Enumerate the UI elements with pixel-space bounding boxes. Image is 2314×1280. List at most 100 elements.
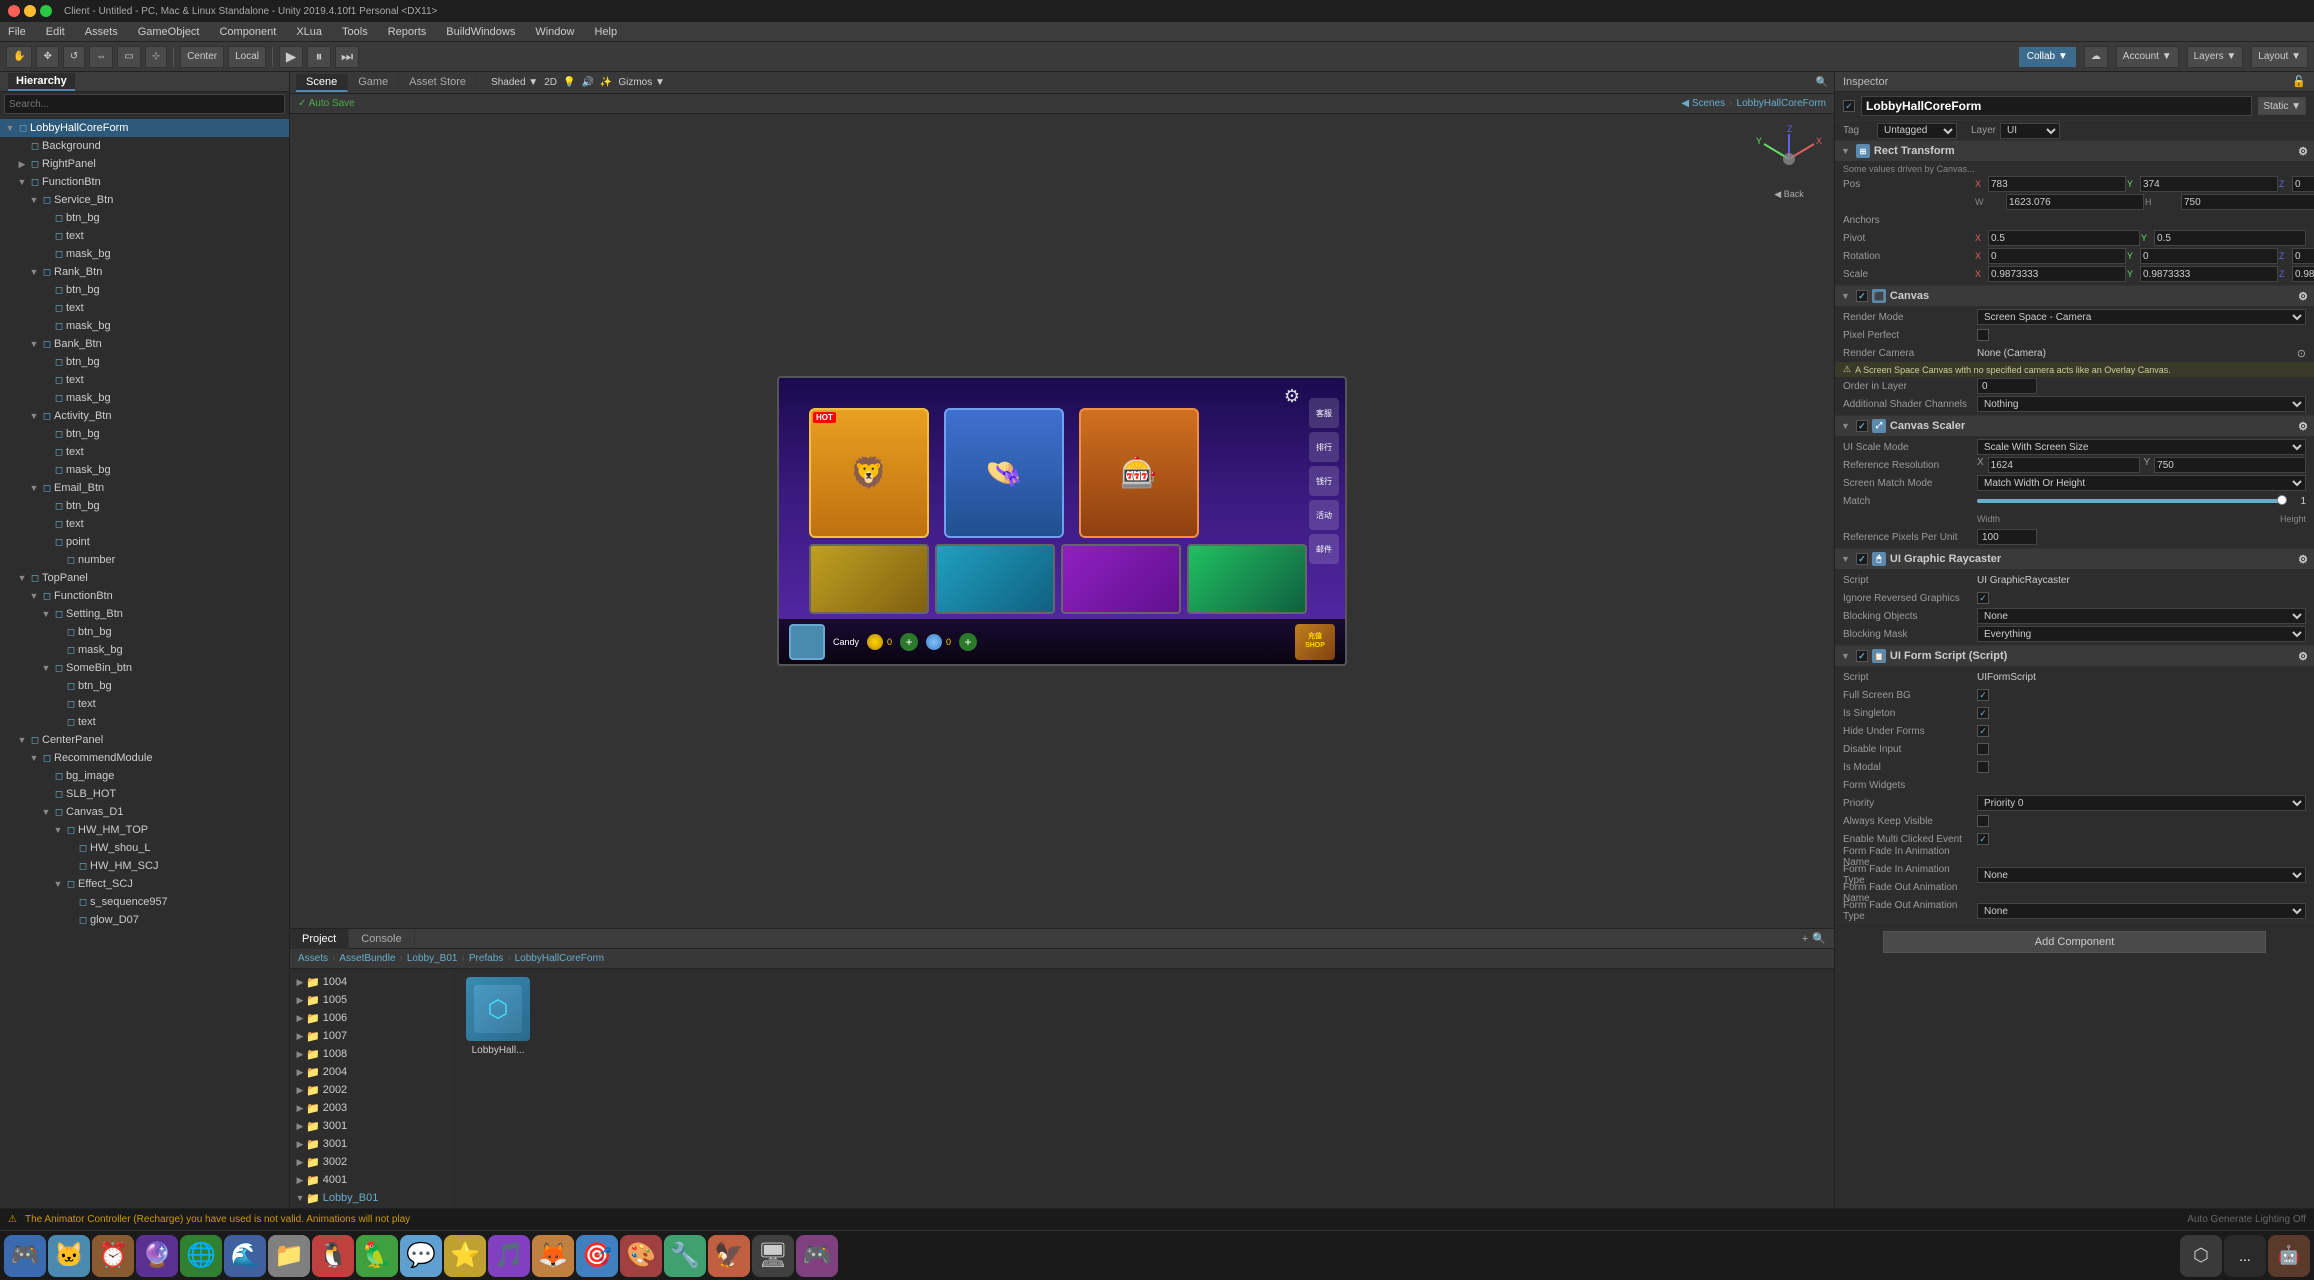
hierarchy-item-glow_D07[interactable]: ◻glow_D07 [0, 911, 289, 929]
blocking-objects-dropdown[interactable]: None [1977, 608, 2306, 624]
hierarchy-item-text7[interactable]: ◻text [0, 713, 289, 731]
project-folder-2003[interactable]: ▶📁2003 [290, 1099, 449, 1117]
static-btn[interactable]: Static ▼ [2258, 97, 2306, 115]
hierarchy-item-mask_bg3[interactable]: ◻mask_bg [0, 389, 289, 407]
hierarchy-tab[interactable]: Hierarchy [8, 73, 75, 91]
raycaster-header[interactable]: ▼ 🖱 UI Graphic Raycaster ⚙ [1835, 549, 2314, 569]
game-tab[interactable]: Game [348, 74, 399, 92]
is-modal-check[interactable] [1977, 761, 1989, 773]
project-folder-2004[interactable]: ▶📁2004 [290, 1063, 449, 1081]
scene-tab[interactable]: Scene [296, 74, 348, 92]
hierarchy-item-bg_image[interactable]: ◻bg_image [0, 767, 289, 785]
hierarchy-item-Rank_Btn[interactable]: ▼◻Rank_Btn [0, 263, 289, 281]
ref-res-x-input[interactable] [1988, 457, 2140, 473]
hierarchy-item-mask_bg1[interactable]: ◻mask_bg [0, 245, 289, 263]
maximize-button[interactable] [40, 5, 52, 17]
hierarchy-item-btn_bg4[interactable]: ◻btn_bg [0, 425, 289, 443]
pos-z-input[interactable] [2292, 176, 2314, 192]
hierarchy-item-text4[interactable]: ◻text [0, 443, 289, 461]
screen-match-dropdown[interactable]: Match Width Or Height [1977, 475, 2306, 491]
pivot-btn[interactable]: Center [180, 46, 224, 68]
rect-transform-header[interactable]: ▼ ⊞ Rect Transform ⚙ [1835, 141, 2314, 161]
asset-item-lobbyhall[interactable]: ⬡ LobbyHall... [458, 977, 538, 1056]
hierarchy-item-Canvas_D1[interactable]: ▼◻Canvas_D1 [0, 803, 289, 821]
bc-lobby[interactable]: Lobby_B01 [407, 953, 458, 964]
ui-form-header[interactable]: ▼ 📋 UI Form Script (Script) ⚙ [1835, 646, 2314, 666]
add-coin-btn[interactable]: + [900, 633, 918, 651]
hierarchy-item-text6[interactable]: ◻text [0, 695, 289, 713]
hierarchy-item-LobbyHallCoreForm[interactable]: ▼◻LobbyHallCoreForm [0, 119, 289, 137]
menu-tools[interactable]: Tools [338, 26, 372, 38]
dock-icon-5[interactable]: 🌐 [180, 1235, 222, 1277]
pos-y-input[interactable] [2140, 176, 2278, 192]
raycaster-enabled[interactable] [1856, 553, 1868, 565]
collab-button[interactable]: Collab ▼ [2019, 47, 2076, 67]
canvas-enabled[interactable] [1856, 290, 1868, 302]
menu-gameobject[interactable]: GameObject [134, 26, 204, 38]
canvas-header[interactable]: ▼ ⬛ Canvas ⚙ [1835, 286, 2314, 306]
rot-z-input[interactable] [2292, 248, 2314, 264]
project-folder-1006[interactable]: ▶📁1006 [290, 1009, 449, 1027]
project-folder-1007[interactable]: ▶📁1007 [290, 1027, 449, 1045]
hierarchy-item-Effect_SCJ[interactable]: ▼◻Effect_SCJ [0, 875, 289, 893]
project-folder-3001b[interactable]: ▶📁3001 [290, 1135, 449, 1153]
bc-assets[interactable]: Assets [298, 953, 328, 964]
project-folder-3001[interactable]: ▶📁3001 [290, 1117, 449, 1135]
hierarchy-item-mask_bg4[interactable]: ◻mask_bg [0, 461, 289, 479]
width-input[interactable] [2006, 194, 2144, 210]
hierarchy-item-number[interactable]: ◻number [0, 551, 289, 569]
dock-icon-6[interactable]: 🌊 [224, 1235, 266, 1277]
project-tab[interactable]: Project [290, 929, 349, 949]
scene-view[interactable]: X Y Z ◀ Back ⚙ HOT [290, 114, 1834, 928]
hierarchy-item-RecommendModule[interactable]: ▼◻RecommendModule [0, 749, 289, 767]
menu-reporter[interactable]: Reports [384, 26, 431, 38]
ui-form-settings[interactable]: ⚙ [2298, 650, 2308, 663]
dock-icon-9[interactable]: 🦜 [356, 1235, 398, 1277]
ui-form-enabled[interactable] [1856, 650, 1868, 662]
layout-button[interactable]: Layout ▼ [2251, 46, 2308, 68]
hierarchy-item-btn_bg3[interactable]: ◻btn_bg [0, 353, 289, 371]
inspector-lock[interactable]: 🔓 [2292, 75, 2306, 88]
dock-icon-16[interactable]: 🔧 [664, 1235, 706, 1277]
scale-z-input[interactable] [2292, 266, 2314, 282]
extra-icon-1[interactable]: ... [2224, 1235, 2266, 1277]
hierarchy-item-mask_bg5[interactable]: ◻mask_bg [0, 641, 289, 659]
hierarchy-item-FunctionBtn2[interactable]: ▼◻FunctionBtn [0, 587, 289, 605]
project-folder-4001[interactable]: ▶📁4001 [290, 1171, 449, 1189]
fade-in-type-dropdown[interactable]: None [1977, 867, 2306, 883]
hierarchy-item-Setting_Btn[interactable]: ▼◻Setting_Btn [0, 605, 289, 623]
create-btn[interactable]: + [1802, 933, 1808, 945]
scaler-settings[interactable]: ⚙ [2298, 420, 2308, 433]
shader-dropdown[interactable]: Shaded ▼ [491, 77, 538, 88]
project-folder-1004[interactable]: ▶📁1004 [290, 973, 449, 991]
search-btn[interactable]: 🔍 [1812, 932, 1826, 945]
project-folder-2002[interactable]: ▶📁2002 [290, 1081, 449, 1099]
hierarchy-item-FunctionBtn[interactable]: ▼◻FunctionBtn [0, 173, 289, 191]
hierarchy-item-HW_shou_L[interactable]: ◻HW_shou_L [0, 839, 289, 857]
tool-transform[interactable]: ⊹ [145, 46, 167, 68]
shader-channels-dropdown[interactable]: Nothing [1977, 396, 2306, 412]
menu-help[interactable]: Help [590, 26, 621, 38]
is-singleton-check[interactable] [1977, 707, 1989, 719]
breadcrumb-scenes[interactable]: ◀ Scenes [1681, 98, 1725, 109]
hierarchy-item-Activity_Btn[interactable]: ▼◻Activity_Btn [0, 407, 289, 425]
render-mode-dropdown[interactable]: Screen Space - Camera [1977, 309, 2306, 325]
tool-rect[interactable]: ▭ [117, 46, 140, 68]
dock-icon-19[interactable]: 🎮 [796, 1235, 838, 1277]
dock-icon-12[interactable]: 🎵 [488, 1235, 530, 1277]
dock-icon-13[interactable]: 🦊 [532, 1235, 574, 1277]
bc-lobbyhall[interactable]: LobbyHallCoreForm [515, 953, 604, 964]
dock-icon-7[interactable]: 📁 [268, 1235, 310, 1277]
rect-settings-icon[interactable]: ⚙ [2298, 145, 2308, 158]
raycaster-settings[interactable]: ⚙ [2298, 553, 2308, 566]
extra-icon-2[interactable]: 🤖 [2268, 1235, 2310, 1277]
pixel-perfect-checkbox[interactable] [1977, 329, 1989, 341]
console-tab[interactable]: Console [349, 929, 414, 949]
hierarchy-item-CenterPanel[interactable]: ▼◻CenterPanel [0, 731, 289, 749]
hierarchy-item-text5[interactable]: ◻text [0, 515, 289, 533]
menu-window[interactable]: Window [531, 26, 578, 38]
tag-dropdown[interactable]: Untagged [1877, 123, 1957, 139]
dock-icon-15[interactable]: 🎨 [620, 1235, 662, 1277]
hierarchy-item-Service_Btn[interactable]: ▼◻Service_Btn [0, 191, 289, 209]
pivot-x-input[interactable] [1988, 230, 2140, 246]
